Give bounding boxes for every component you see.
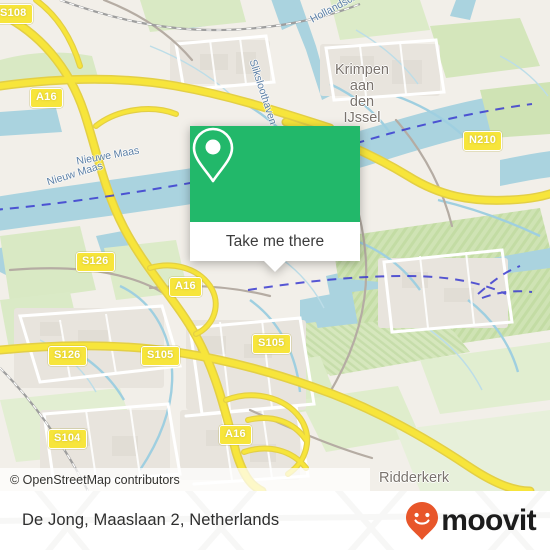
- map-canvas[interactable]: Nieuwe Maas Nieuw Maas Hollandsch Sliksl…: [0, 0, 550, 491]
- moovit-wordmark: moovit: [441, 503, 536, 537]
- road-shield-s104[interactable]: S104: [48, 429, 87, 449]
- road-shield-a16[interactable]: A16: [30, 88, 63, 108]
- popup-image-area: [190, 126, 360, 222]
- road-shield-n210[interactable]: N210: [463, 131, 503, 151]
- take-me-there-button[interactable]: Take me there: [190, 222, 360, 261]
- road-shield-a16[interactable]: A16: [219, 425, 252, 445]
- road-shield-s126[interactable]: S126: [48, 346, 87, 366]
- map-pin-icon: [192, 127, 234, 183]
- road-shield-s105[interactable]: S105: [252, 334, 291, 354]
- road-shield-a16[interactable]: A16: [169, 277, 202, 297]
- footer-bar: De Jong, Maaslaan 2, Netherlands moovit: [0, 491, 550, 550]
- road-shield-s105[interactable]: S105: [141, 346, 180, 366]
- road-shield-s126[interactable]: S126: [76, 252, 115, 272]
- take-me-there-label: Take me there: [225, 232, 325, 250]
- attribution-text: © OpenStreetMap contributors: [10, 472, 180, 487]
- road-shield-s108[interactable]: S108: [0, 4, 33, 24]
- location-popup-card[interactable]: Take me there: [190, 126, 360, 272]
- moovit-logo[interactable]: moovit: [405, 501, 537, 541]
- moovit-smiley-pin-icon: [406, 501, 439, 540]
- popup-tail: [264, 261, 286, 272]
- page-title: De Jong, Maaslaan 2, Netherlands: [22, 511, 280, 529]
- map-attribution[interactable]: © OpenStreetMap contributors: [0, 468, 370, 491]
- moovit-map-screen: Nieuwe Maas Nieuw Maas Hollandsch Sliksl…: [0, 0, 550, 550]
